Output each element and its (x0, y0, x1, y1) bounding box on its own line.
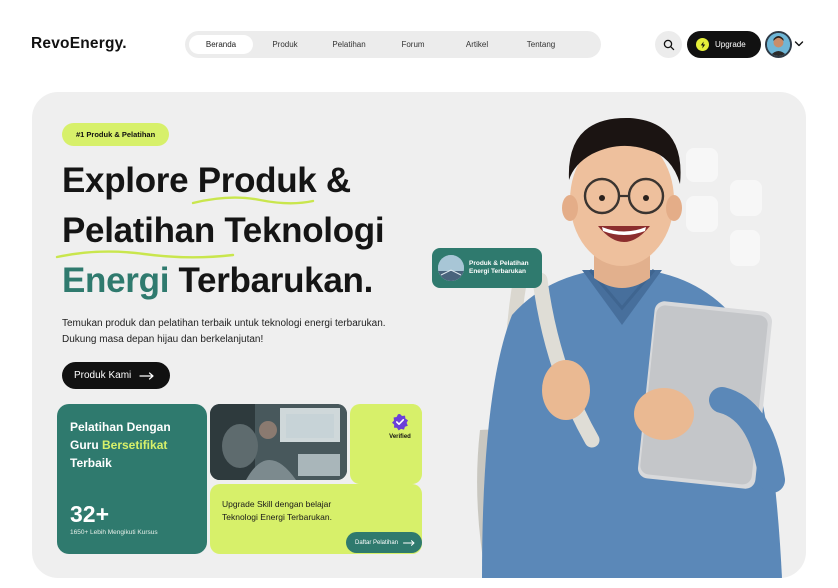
headline-part: Explore (62, 161, 198, 200)
headline-part: & (316, 161, 351, 200)
hero-section: #1 Produk & Pelatihan Explore Produk & P… (32, 92, 806, 578)
card-title-line: Pelatihan Dengan (70, 420, 171, 434)
training-stats-card: Pelatihan Dengan Guru Bersetifikat Terba… (57, 404, 207, 554)
course-count: 32+ (70, 501, 110, 527)
nav-item-beranda[interactable]: Beranda (189, 35, 253, 54)
verified-label: Verified (389, 433, 411, 440)
main-nav: Beranda Produk Pelatihan Forum Artikel T… (185, 31, 601, 58)
produk-kami-button[interactable]: Produk Kami (62, 362, 170, 389)
nav-item-forum[interactable]: Forum (381, 35, 445, 54)
card-title-highlight: Bersetifikat (102, 438, 168, 452)
daftar-pelatihan-button[interactable]: Daftar Pelatihan (346, 532, 422, 553)
hero-description: Temukan produk dan pelatihan terbaik unt… (62, 318, 386, 345)
nav-item-artikel[interactable]: Artikel (445, 35, 509, 54)
nav-item-tentang[interactable]: Tentang (509, 35, 573, 54)
logo[interactable]: RevoEnergy. (31, 35, 127, 53)
user-avatar[interactable] (765, 31, 792, 58)
daftar-label: Daftar Pelatihan (355, 539, 399, 546)
nav-item-pelatihan[interactable]: Pelatihan (317, 35, 381, 54)
product-training-float-card[interactable]: Produk & Pelatihan Energi Terbarukan (432, 248, 542, 288)
card-title-line: Guru (70, 438, 102, 452)
hero-person-image (477, 117, 785, 578)
card-title-line: Terbaik (70, 456, 112, 470)
underline-squiggle-pelatihan (55, 250, 235, 259)
upgrade-label: Upgrade (715, 40, 746, 49)
solar-panel-thumbnail (438, 255, 464, 281)
upgrade-skill-text: Upgrade Skill dengan belajar Teknologi E… (222, 499, 332, 522)
training-photo (210, 404, 347, 480)
chevron-down-icon[interactable] (794, 40, 804, 48)
bolt-icon (696, 38, 709, 51)
search-icon (663, 39, 674, 50)
hero-headline: Explore Produk & Pelatihan Teknologi Ene… (62, 156, 385, 306)
headline-part: Terbarukan. (169, 261, 374, 300)
search-button[interactable] (655, 31, 682, 58)
card-title: Pelatihan Dengan Guru Bersetifikat Terba… (70, 418, 194, 472)
verified-card: Verified (378, 404, 422, 448)
avatar-image (767, 33, 790, 56)
underline-squiggle-produk (191, 196, 315, 205)
hero-badge: #1 Produk & Pelatihan (62, 123, 170, 146)
upgrade-button[interactable]: Upgrade (687, 31, 761, 58)
arrow-right-icon (139, 371, 154, 380)
headline-accent: Energi (62, 261, 170, 300)
course-count-subtitle: 1650+ Lebih Mengikuti Kursus (70, 529, 158, 536)
cta-label: Produk Kami (74, 370, 132, 381)
verified-badge-icon (392, 413, 408, 430)
float-card-label: Produk & Pelatihan Energi Terbarukan (469, 260, 529, 275)
arrow-right-icon (403, 539, 415, 546)
nav-item-produk[interactable]: Produk (253, 35, 317, 54)
